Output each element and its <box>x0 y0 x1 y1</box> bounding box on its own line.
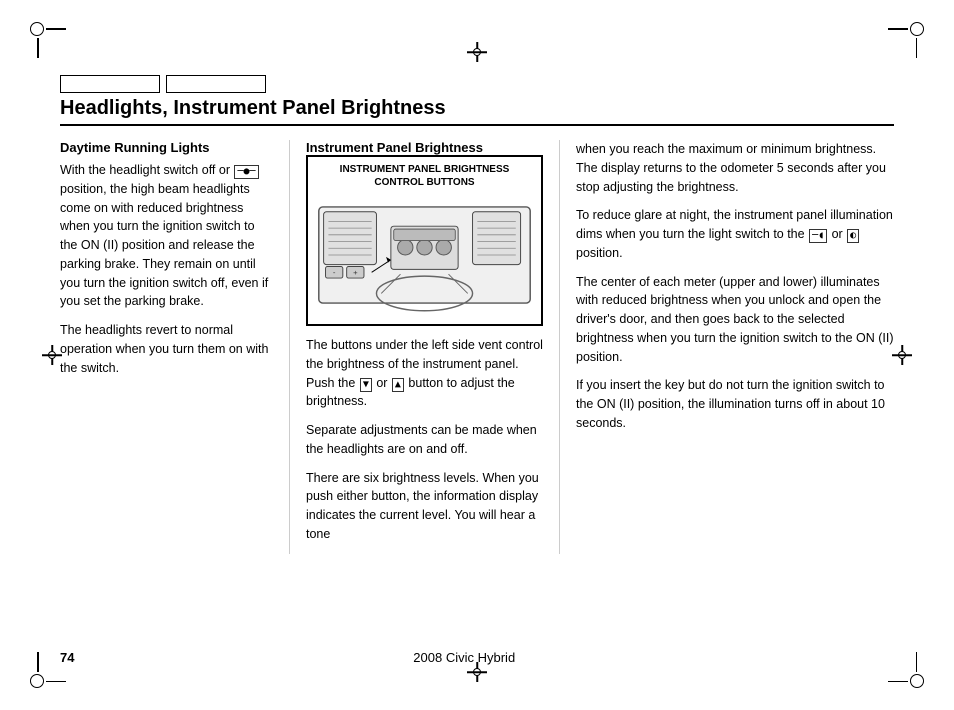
right-para-4: If you insert the key but do not turn th… <box>576 376 894 432</box>
page-title: Headlights, Instrument Panel Brightness <box>60 97 894 126</box>
headlight-symbol-1: ─●─ <box>234 165 258 179</box>
left-center-crosshair <box>42 345 62 365</box>
light-switch-symbol-1: ─◖ <box>809 229 827 243</box>
left-para-2: The headlights revert to normal operatio… <box>60 321 271 377</box>
middle-para-1: The buttons under the left side vent con… <box>306 336 543 411</box>
page-footer: 74 2008 Civic Hybrid <box>0 650 954 665</box>
svg-text:+: + <box>353 268 358 277</box>
left-para-1: With the headlight switch off or ─●─ pos… <box>60 161 271 311</box>
right-column: when you reach the maximum or minimum br… <box>560 140 894 554</box>
middle-column-heading: Instrument Panel Brightness <box>306 140 543 155</box>
plus-button-symbol: ▲ <box>392 378 404 392</box>
middle-para-3: There are six brightness levels. When yo… <box>306 469 543 544</box>
page-number: 74 <box>60 650 74 665</box>
tab-box-1 <box>60 75 160 93</box>
corner-mark-top-right <box>906 22 924 40</box>
corner-mark-bottom-left <box>30 670 48 688</box>
right-para-2: To reduce glare at night, the instrument… <box>576 206 894 262</box>
bottom-center-crosshair <box>467 662 487 682</box>
middle-para-2: Separate adjustments can be made when th… <box>306 421 543 459</box>
corner-mark-top-left <box>30 22 48 40</box>
svg-text:-: - <box>333 268 336 277</box>
left-column: Daytime Running Lights With the headligh… <box>60 140 290 554</box>
right-center-crosshair <box>892 345 912 365</box>
right-para-3: The center of each meter (upper and lowe… <box>576 273 894 367</box>
tab-box-2 <box>166 75 266 93</box>
minus-button-symbol: ▼ <box>360 378 372 392</box>
instrument-panel-box: INSTRUMENT PANEL BRIGHTNESSCONTROL BUTTO… <box>306 155 543 326</box>
corner-mark-bottom-right <box>906 670 924 688</box>
tab-boxes <box>60 75 894 93</box>
light-switch-symbol-2: ◐ <box>847 229 859 243</box>
right-para-1: when you reach the maximum or minimum br… <box>576 140 894 196</box>
instrument-panel-drawing: - + <box>314 195 535 315</box>
footer-title: 2008 Civic Hybrid <box>413 650 515 665</box>
instrument-panel-label: INSTRUMENT PANEL BRIGHTNESSCONTROL BUTTO… <box>314 163 535 189</box>
header-section: Headlights, Instrument Panel Brightness <box>60 75 894 126</box>
left-column-heading: Daytime Running Lights <box>60 140 271 155</box>
page-container: Headlights, Instrument Panel Brightness … <box>0 0 954 710</box>
middle-column: Instrument Panel Brightness INSTRUMENT P… <box>290 140 560 554</box>
top-center-crosshair <box>467 42 487 62</box>
main-content: Daytime Running Lights With the headligh… <box>60 140 894 554</box>
